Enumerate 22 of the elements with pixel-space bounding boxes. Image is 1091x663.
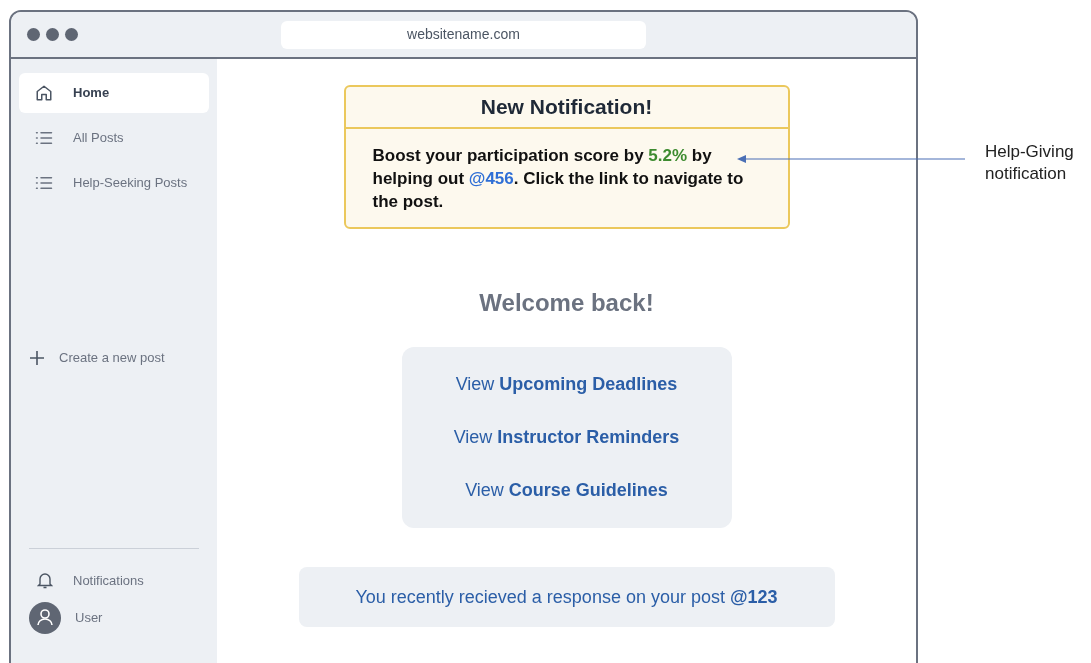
address-bar[interactable]: websitename.com <box>281 20 646 49</box>
list-icon <box>35 175 53 191</box>
user-item[interactable]: User <box>19 602 209 634</box>
post-link[interactable]: @456 <box>468 169 514 188</box>
view-link[interactable]: View Course Guidelines <box>465 477 668 504</box>
response-banner[interactable]: You recently recieved a response on your post @123 <box>298 567 835 627</box>
notifications-item[interactable]: Notifications <box>19 570 209 590</box>
plus-icon <box>29 349 45 366</box>
bell-icon <box>37 571 53 590</box>
notification-title: New Notification! <box>345 87 788 129</box>
sidebar-item[interactable]: All Posts <box>19 118 209 158</box>
notification-message: Boost your participation score by 5.2% by helping out @456. Click the link to navigate to the post. <box>371 145 745 213</box>
create-post-button[interactable]: Create a new post <box>19 348 209 368</box>
home-icon <box>35 84 53 102</box>
view-link[interactable]: View Instructor Reminders <box>453 424 680 451</box>
list-icon <box>35 130 53 146</box>
avatar-icon <box>29 602 61 634</box>
welcome-heading: Welcome back! <box>479 288 654 318</box>
sidebar-item[interactable]: Home <box>19 73 209 113</box>
sidebar-item[interactable]: Help-Seeking Posts <box>19 163 209 203</box>
view-link[interactable]: View Upcoming Deadlines <box>455 371 678 398</box>
annotation-label: Help-Giving notification <box>985 141 1075 185</box>
